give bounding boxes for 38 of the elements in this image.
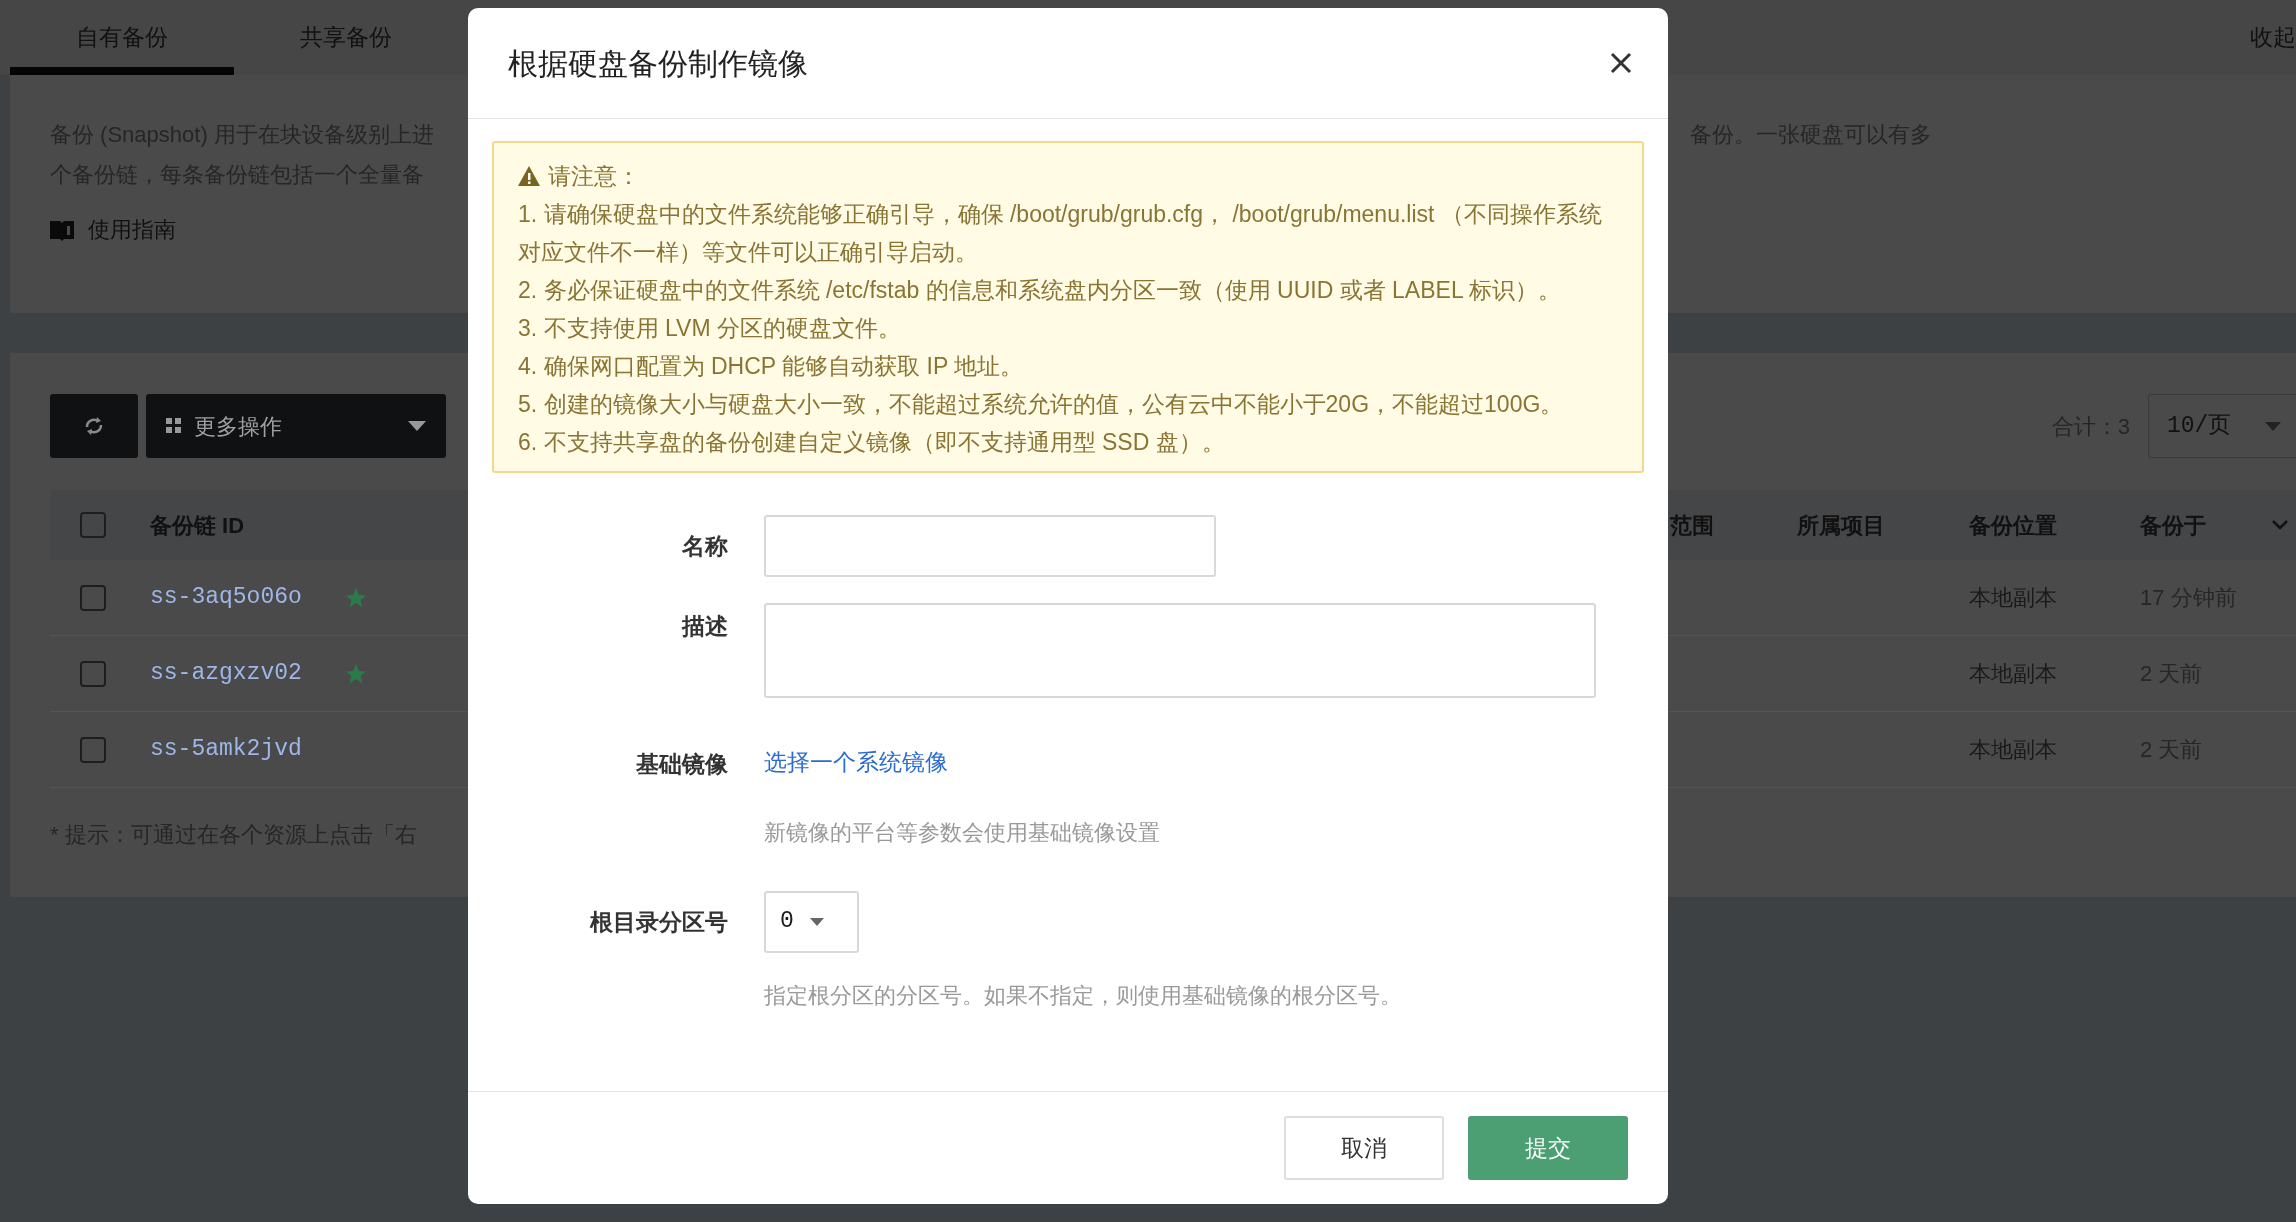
field-label: 描述 (680, 612, 728, 641)
hint-text: 新镜像的平台等参数会使用基础镜像设置 (764, 818, 1161, 847)
notice-item: 5. 创建的镜像大小与硬盘大小一致，不能超过系统允许的值，公有云中不能小于20G，不能超过100G。 (518, 390, 1565, 419)
select-all-checkbox[interactable] (80, 512, 106, 538)
notice-heading: 请注意： (548, 162, 640, 191)
notice-item: 6. 不支持共享盘的备份创建自定义镜像（即不支持通用型 SSD 盘）。 (518, 428, 1226, 457)
row-checkbox[interactable] (80, 584, 106, 611)
book-icon (50, 218, 74, 241)
name-field[interactable] (764, 515, 1216, 577)
cancel-button[interactable]: 取消 (1284, 1116, 1444, 1180)
warning-icon (518, 166, 540, 186)
backup-id-link[interactable]: ss-5amk2jvd (150, 732, 302, 767)
row-checkbox[interactable] (80, 660, 106, 687)
notice-item: 3. 不支持使用 LVM 分区的硬盘文件。 (518, 314, 902, 343)
select-image-link[interactable]: 选择一个系统镜像 (764, 749, 948, 775)
chevron-icon (2272, 520, 2288, 530)
notice-item: 4. 确保网口配置为 DHCP 能够自动获取 IP 地址。 (518, 352, 1025, 381)
caret-icon (2265, 421, 2282, 431)
field-label: 根目录分区号 (588, 907, 728, 937)
dialog-title: 根据硬盘备份制作镜像 (508, 45, 808, 82)
row-checkbox[interactable] (80, 736, 106, 763)
more-actions-button[interactable]: 更多操作 (146, 394, 446, 458)
refresh-button[interactable] (50, 394, 138, 458)
hint-text: 指定根分区的分区号。如果不指定，则使用基础镜像的根分区号。 (764, 981, 1403, 1010)
submit-button[interactable]: 提交 (1468, 1116, 1628, 1180)
field-label: 基础镜像 (635, 750, 728, 779)
backup-id-link[interactable]: ss-3aq5o06o (150, 580, 302, 615)
refresh-icon (83, 415, 105, 437)
description-field[interactable] (764, 603, 1596, 698)
grid-icon (166, 418, 182, 434)
notice-item: 2. 务必保证硬盘中的文件系统 /etc/fstab 的信息和系统盘内分区一致（使用 UUID 或者 LABEL 标识）。 (518, 276, 1563, 305)
partition-select[interactable]: 0 (764, 890, 859, 953)
notice-item: 1. 请确保硬盘中的文件系统能够正确引导，确保 /boot/grub/grub.cfg， /boot/grub/menu.list （不同操作系统对应文件不一样）等文件可以正确引导启动。 (518, 200, 1603, 267)
field-label: 名称 (681, 532, 728, 561)
caret-icon (408, 421, 426, 431)
caret-icon (809, 917, 824, 926)
backup-id-link[interactable]: ss-azgxzv02 (150, 656, 302, 691)
close-icon (1610, 52, 1632, 74)
